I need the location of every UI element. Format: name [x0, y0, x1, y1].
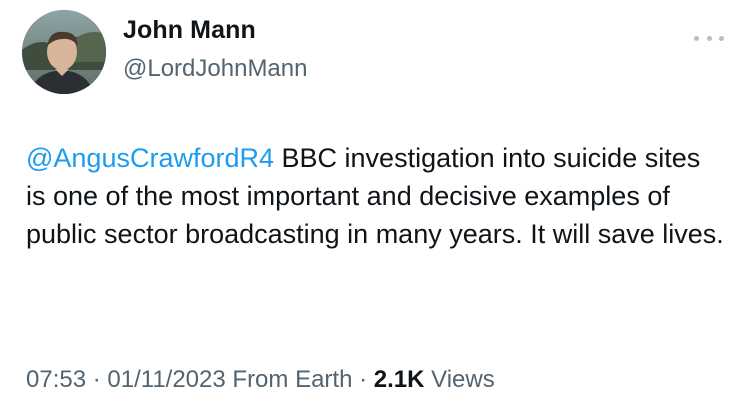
more-horizontal-icon — [706, 35, 712, 41]
tweet-source: From Earth — [225, 366, 353, 393]
more-options-button[interactable] — [694, 28, 724, 48]
tweet-text: @AngusCrawfordR4 BBC investigation into … — [26, 139, 726, 253]
avatar-image — [22, 10, 106, 94]
tweet-time[interactable]: 07:53 — [26, 366, 86, 393]
mention-link[interactable]: @AngusCrawfordR4 — [26, 143, 274, 173]
tweet-meta: 07:53 · 01/11/2023 From Earth · 2.1K Vie… — [26, 366, 495, 394]
more-horizontal-icon — [694, 35, 699, 41]
avatar[interactable] — [22, 10, 106, 94]
meta-separator: · — [352, 366, 374, 393]
author-name[interactable]: John Mann — [123, 16, 256, 45]
meta-separator: · — [86, 366, 108, 393]
more-horizontal-icon — [719, 35, 724, 41]
views-label: Views — [424, 366, 495, 393]
tweet-date[interactable]: 01/11/2023 — [107, 366, 225, 393]
views-count[interactable]: 2.1K — [374, 366, 425, 393]
author-handle[interactable]: @LordJohnMann — [123, 55, 307, 83]
